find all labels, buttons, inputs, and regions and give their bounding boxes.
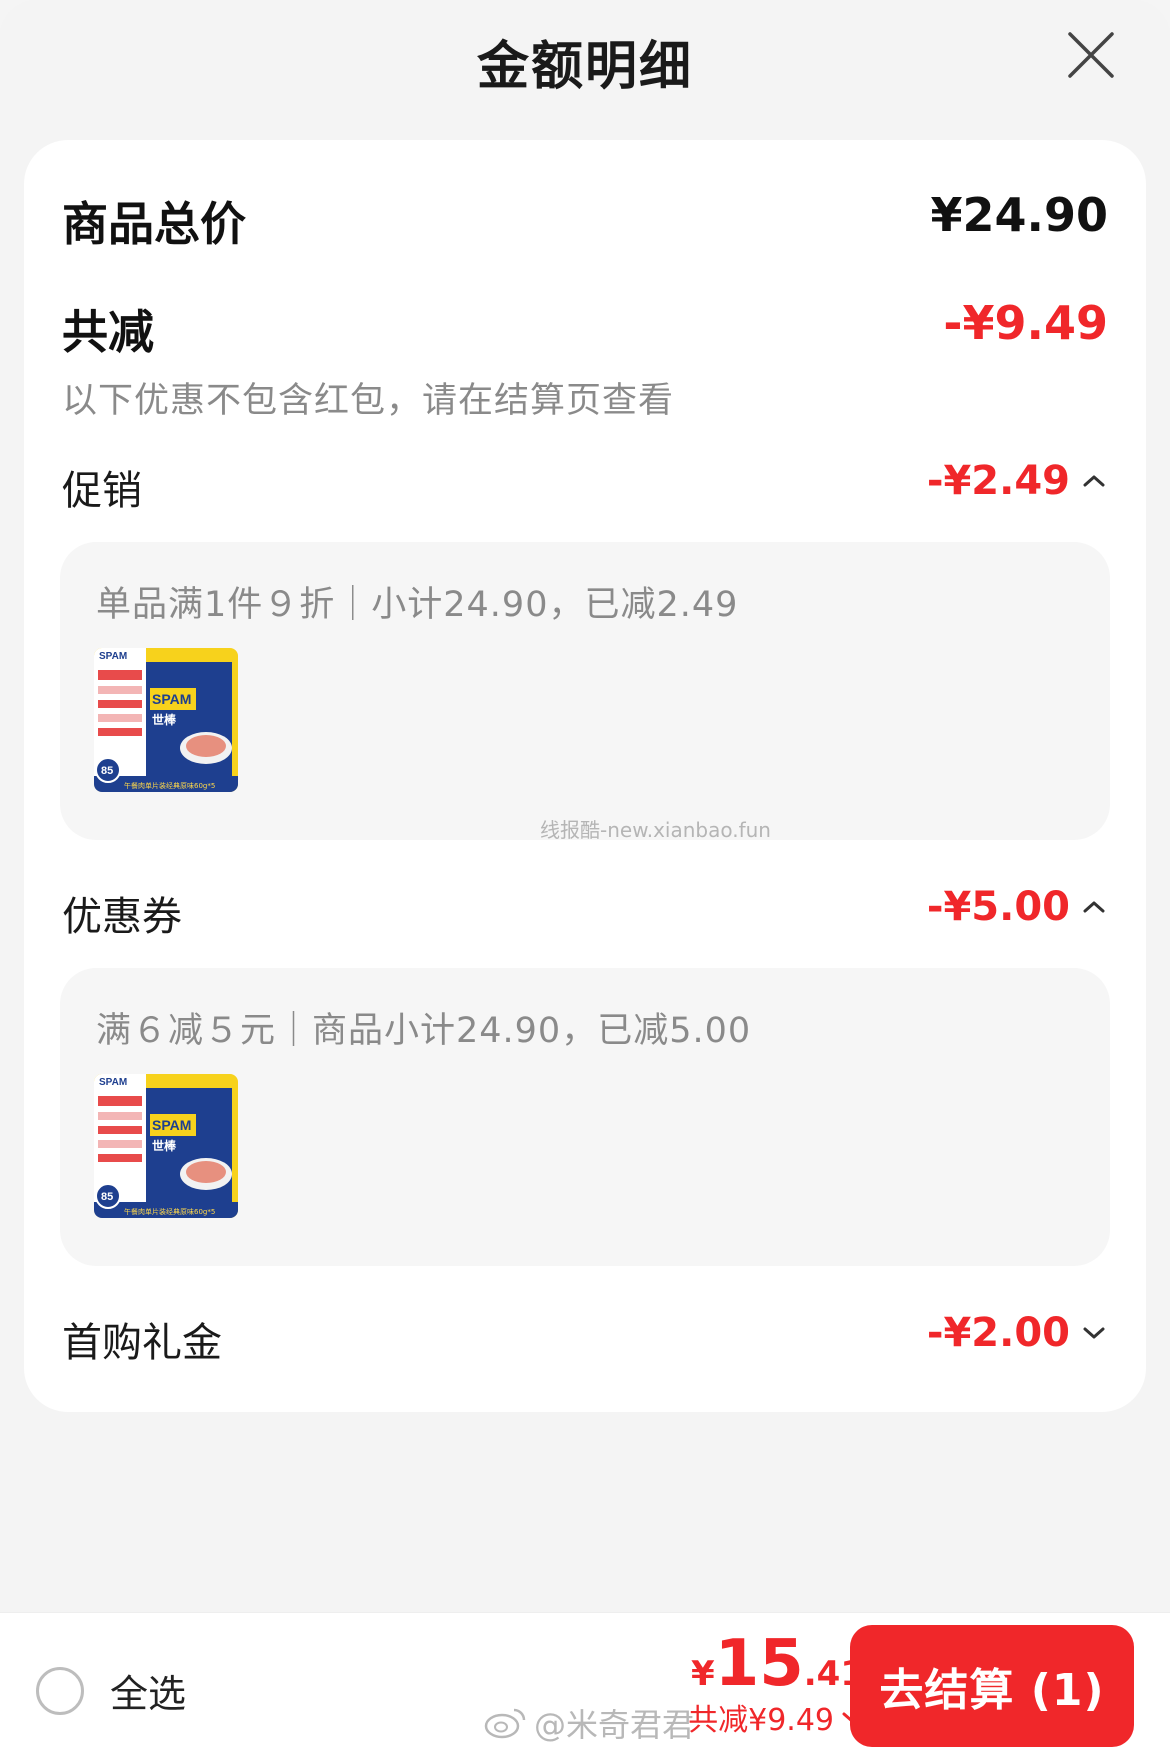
saved-amount-text: 共减¥9.49 [688, 1703, 834, 1738]
weibo-handle: @米奇君君 [534, 1706, 695, 1744]
total-saved-label: 共减 [62, 305, 154, 359]
coupon-value: -¥5.00 [926, 884, 1070, 930]
coupon-detail-text: 满６减５元｜商品小计24.90，已减5.00 [96, 1011, 752, 1051]
product-thumbnail[interactable]: SPAM SPAM 世棒 85 午餐肉单片装经典原味60g*5 [94, 648, 238, 792]
chevron-up-icon[interactable] [1080, 893, 1108, 921]
thumb-brand-cn: 世棒 [152, 712, 177, 727]
first-purchase-gift-header[interactable]: 首购礼金 -¥2.00 [62, 1310, 1108, 1366]
coupon-label: 优惠券 [62, 894, 182, 940]
gift-value: -¥2.00 [926, 1310, 1070, 1356]
product-thumbnail[interactable]: SPAM SPAM 世棒 85 午餐肉单片装经典原味60g*5 [94, 1074, 238, 1218]
promo-section-header[interactable]: 促销 -¥2.49 [62, 458, 1108, 514]
gift-label: 首购礼金 [62, 1320, 222, 1366]
select-all-toggle[interactable]: 全选 [36, 1663, 186, 1718]
thumb-brand-cn: 世棒 [152, 1138, 177, 1153]
gift-value-group: -¥2.00 [927, 1310, 1108, 1356]
price-integer: 15 [714, 1627, 804, 1701]
total-saved-value: -¥9.49 [943, 296, 1108, 350]
coupon-detail-box: 满６减５元｜商品小计24.90，已减5.00 SPAM SPAM 世棒 85 午… [60, 968, 1110, 1266]
checkout-button[interactable]: 去结算 (1) [850, 1625, 1134, 1747]
thumb-badge: 85 [101, 765, 113, 777]
thumb-brand-main: SPAM [152, 691, 191, 707]
amount-detail-sheet: 金额明细 商品总价 ¥24.90 共减 -¥9.49 以下优惠不包含红包，请在结… [0, 0, 1170, 1760]
spam-product-image: SPAM SPAM 世棒 85 午餐肉单片装经典原味60g*5 [94, 1074, 238, 1218]
total-saved-row: 共减 -¥9.49 [62, 296, 1108, 359]
total-price-label: 商品总价 [62, 197, 246, 251]
coupon-section-header[interactable]: 优惠券 -¥5.00 [62, 884, 1108, 940]
discount-note: 以下优惠不包含红包，请在结算页查看 [62, 381, 675, 421]
xianbao-watermark: 线报酷-new.xianbao.fun [540, 818, 771, 842]
sheet-header: 金额明细 [0, 0, 1170, 120]
promo-detail-box: 单品满1件９折｜小计24.90，已减2.49 SPAM SPAM 世棒 85 午… [60, 542, 1110, 842]
amount-card: 商品总价 ¥24.90 共减 -¥9.49 以下优惠不包含红包，请在结算页查看 … [24, 140, 1146, 1412]
close-icon [1068, 32, 1114, 78]
final-price: ¥15.41 [688, 1627, 864, 1701]
weibo-watermark: @米奇君君 [484, 1700, 694, 1746]
promo-detail-text: 单品满1件９折｜小计24.90，已减2.49 [96, 585, 739, 625]
total-price-value: ¥24.90 [930, 188, 1108, 242]
coupon-value-group: -¥5.00 [927, 884, 1108, 930]
thumb-brand: SPAM [99, 651, 127, 662]
price-summary: ¥15.41 共减¥9.49 [688, 1627, 864, 1739]
total-price-row: 商品总价 ¥24.90 [62, 188, 1108, 251]
select-all-radio[interactable] [36, 1666, 84, 1715]
thumb-badge: 85 [101, 1191, 113, 1203]
select-all-label: 全选 [110, 1672, 187, 1716]
promo-value: -¥2.49 [926, 458, 1070, 504]
price-currency: ¥ [691, 1654, 715, 1694]
sheet-title: 金额明细 [476, 37, 693, 97]
spam-product-image: SPAM SPAM 世棒 85 午餐肉单片装经典原味60g*5 [94, 648, 238, 792]
thumb-caption: 午餐肉单片装经典原味60g*5 [124, 781, 215, 790]
chevron-up-icon[interactable] [1080, 467, 1108, 495]
thumb-brand-main: SPAM [152, 1117, 191, 1133]
weibo-icon [484, 1708, 526, 1739]
saved-amount-toggle[interactable]: 共减¥9.49 [688, 1695, 864, 1739]
thumb-caption: 午餐肉单片装经典原味60g*5 [124, 1207, 215, 1216]
close-button[interactable] [1066, 30, 1116, 80]
chevron-down-icon[interactable] [1080, 1319, 1108, 1347]
promo-label: 促销 [62, 468, 142, 514]
thumb-brand: SPAM [99, 1077, 127, 1088]
promo-value-group: -¥2.49 [927, 458, 1108, 504]
